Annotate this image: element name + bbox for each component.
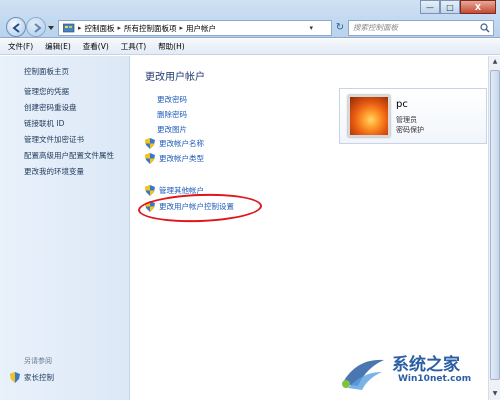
sidebar: 控制面板主页 管理您的凭据 创建密码重设盘 链接联机 ID 管理文件加密证书 配…	[0, 56, 130, 400]
page-title: 更改用户帐户	[145, 72, 205, 83]
family-safety-label: 家长控制	[24, 373, 54, 382]
title-bar: ▸ 控制面板 ▸ 所有控制面板项 ▸ 用户帐户 ▾ ↻ 搜索控制面板 — □ X	[0, 0, 500, 38]
sidebar-item-advanced-profile[interactable]: 配置高级用户配置文件属性	[24, 150, 114, 161]
control-panel-window: ▸ 控制面板 ▸ 所有控制面板项 ▸ 用户帐户 ▾ ↻ 搜索控制面板 — □ X…	[0, 0, 500, 400]
remove-password-link[interactable]: 删除密码	[157, 109, 187, 120]
menu-view[interactable]: 查看(V)	[83, 41, 109, 52]
sidebar-item-manage-credentials[interactable]: 管理您的凭据	[24, 86, 69, 97]
avatar	[348, 95, 390, 137]
address-dropdown-icon[interactable]: ▾	[309, 24, 313, 32]
arrow-left-icon	[12, 23, 20, 33]
change-account-type-label: 更改帐户类型	[159, 154, 204, 163]
scroll-up-arrow-icon[interactable]: ▲	[489, 56, 500, 68]
breadcrumb-user-accounts[interactable]: 用户帐户	[186, 23, 216, 34]
menu-help[interactable]: 帮助(H)	[158, 41, 185, 52]
address-bar[interactable]: ▸ 控制面板 ▸ 所有控制面板项 ▸ 用户帐户 ▾	[58, 20, 332, 36]
scroll-thumb[interactable]	[490, 70, 500, 380]
control-panel-icon	[63, 23, 75, 33]
change-password-link[interactable]: 更改密码	[157, 94, 187, 105]
recent-pages-dropdown-icon[interactable]	[47, 24, 55, 32]
sidebar-control-panel-home[interactable]: 控制面板主页	[24, 66, 69, 77]
change-account-name-link[interactable]: 更改帐户名称	[145, 138, 204, 149]
sidebar-item-password-reset-disk[interactable]: 创建密码重设盘	[24, 102, 77, 113]
watermark-site: Win10net.com	[398, 374, 472, 384]
menu-edit[interactable]: 编辑(E)	[45, 41, 71, 52]
change-picture-link[interactable]: 更改图片	[157, 124, 187, 135]
arrow-right-icon	[34, 23, 42, 33]
shield-icon	[10, 372, 20, 383]
search-icon[interactable]	[480, 23, 490, 33]
sidebar-item-environment-variables[interactable]: 更改我的环境变量	[24, 166, 84, 177]
breadcrumb-control-panel[interactable]: 控制面板	[85, 23, 115, 34]
menu-file[interactable]: 文件(F)	[8, 41, 33, 52]
watermark-title: 系统之家	[392, 355, 460, 375]
change-account-type-link[interactable]: 更改帐户类型	[145, 153, 204, 164]
sidebar-item-file-encryption[interactable]: 管理文件加密证书	[24, 134, 84, 145]
menu-bar: 文件(F) 编辑(E) 查看(V) 工具(T) 帮助(H)	[0, 39, 500, 55]
uac-shield-icon	[145, 185, 155, 196]
forward-button[interactable]	[26, 17, 46, 37]
breadcrumb-separator: ▸	[78, 24, 82, 32]
search-placeholder: 搜索控制面板	[353, 23, 398, 32]
search-input[interactable]: 搜索控制面板	[348, 20, 494, 36]
account-card: pc 管理员 密码保护	[339, 88, 487, 144]
account-name: pc	[396, 99, 408, 110]
uac-shield-icon	[145, 153, 155, 164]
sidebar-item-link-online-id[interactable]: 链接联机 ID	[24, 118, 64, 129]
close-button[interactable]: X	[460, 0, 496, 14]
change-account-name-label: 更改帐户名称	[159, 139, 204, 148]
account-role: 管理员	[396, 116, 417, 124]
watermark-logo-icon	[342, 359, 384, 390]
sidebar-item-family-safety[interactable]: 家长控制	[10, 372, 54, 383]
menu-tools[interactable]: 工具(T)	[121, 41, 146, 52]
breadcrumb-all-items[interactable]: 所有控制面板项	[124, 23, 177, 34]
refresh-icon[interactable]: ↻	[334, 20, 346, 36]
breadcrumb-separator: ▸	[179, 24, 184, 32]
back-button[interactable]	[6, 17, 26, 37]
breadcrumb-separator: ▸	[117, 24, 122, 32]
window-controls: — □ X	[420, 0, 496, 14]
see-also-label: 另请参阅	[24, 357, 52, 365]
site-watermark: 系统之家 Win10net.com	[330, 344, 500, 400]
maximize-button[interactable]: □	[440, 0, 460, 14]
account-status: 密码保护	[396, 126, 424, 134]
uac-shield-icon	[145, 138, 155, 149]
minimize-button[interactable]: —	[420, 0, 440, 14]
